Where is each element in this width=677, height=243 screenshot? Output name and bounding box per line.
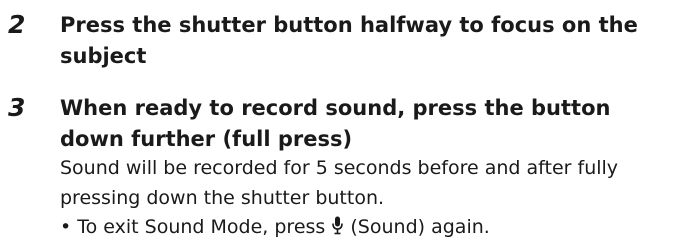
note-suffix: (Sound) again.	[344, 216, 490, 238]
note-prefix: • To exit Sound Mode, press	[60, 216, 332, 238]
step-number: 3	[8, 93, 26, 122]
step-body-text: Sound will be recorded for 5 seconds bef…	[60, 157, 619, 209]
step-title: When ready to record sound, press the bu…	[60, 96, 611, 151]
microphone-icon	[332, 216, 344, 235]
step-number: 2	[8, 10, 26, 39]
step-description: Sound will be recorded for 5 seconds bef…	[60, 154, 672, 243]
step-note: • To exit Sound Mode, press (Sound) agai…	[60, 213, 672, 243]
step-title: Press the shutter button halfway to focu…	[60, 13, 638, 68]
